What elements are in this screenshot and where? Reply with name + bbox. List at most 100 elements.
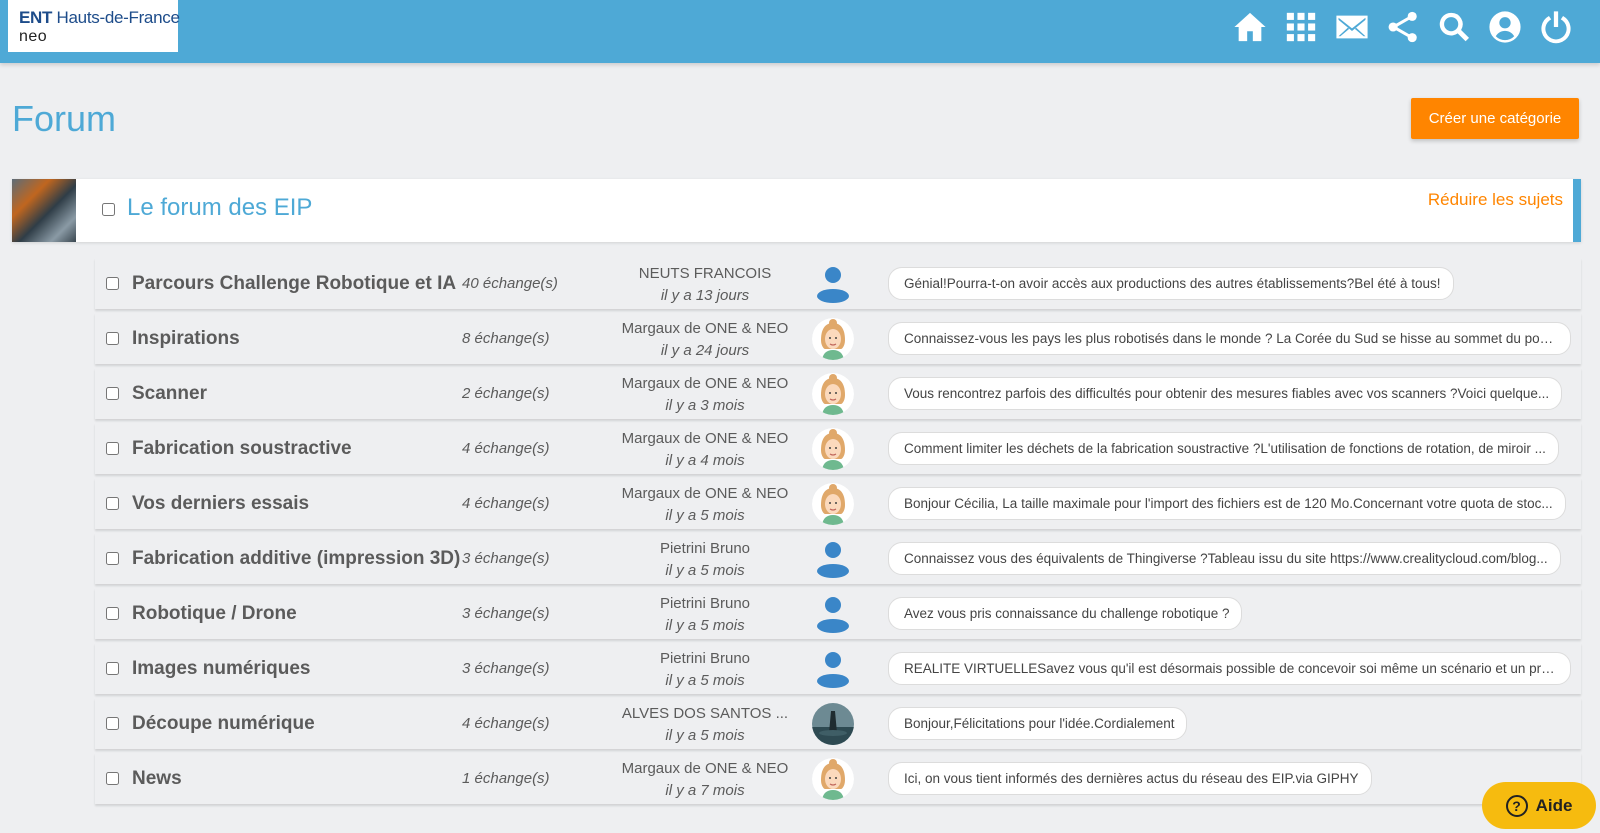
author-name[interactable]: ALVES DOS SANTOS ... bbox=[605, 705, 805, 722]
author-name[interactable]: Margaux de ONE & NEO bbox=[605, 375, 805, 392]
topic-exchange-count: 3 échange(s) bbox=[462, 660, 550, 677]
topic-exchange-count: 40 échange(s) bbox=[462, 275, 558, 292]
avatar[interactable] bbox=[812, 758, 854, 800]
category-title[interactable]: Le forum des EIP bbox=[127, 194, 312, 222]
page-title: Forum bbox=[12, 98, 117, 139]
author-name[interactable]: Pietrini Bruno bbox=[605, 650, 805, 667]
last-message-preview[interactable]: Avez vous pris connaissance du challenge… bbox=[888, 597, 1243, 630]
topic-title[interactable]: Découpe numérique bbox=[132, 713, 315, 735]
topic-checkbox[interactable] bbox=[106, 442, 119, 455]
avatar[interactable] bbox=[812, 318, 854, 360]
post-time: il y a 5 mois bbox=[665, 617, 745, 634]
author-name[interactable]: Pietrini Bruno bbox=[605, 595, 805, 612]
author-name[interactable]: Margaux de ONE & NEO bbox=[605, 760, 805, 777]
topic-checkbox[interactable] bbox=[106, 332, 119, 345]
topic-title[interactable]: Vos derniers essais bbox=[132, 493, 309, 515]
logo-brand: ENT bbox=[19, 8, 53, 27]
topic-title[interactable]: Parcours Challenge Robotique et IA bbox=[132, 273, 456, 295]
topic-row[interactable]: Robotique / Drone 3 échange(s) Pietrini Br… bbox=[95, 588, 1581, 639]
help-label: Aide bbox=[1535, 795, 1573, 815]
post-time: il y a 7 mois bbox=[665, 782, 745, 799]
avatar[interactable] bbox=[812, 428, 854, 470]
author-name[interactable]: Margaux de ONE & NEO bbox=[605, 320, 805, 337]
topic-last-author: Margaux de ONE & NEO il y a 3 mois bbox=[605, 375, 805, 414]
last-message-preview[interactable]: Connaissez-vous les pays les plus roboti… bbox=[888, 322, 1571, 355]
topic-row[interactable]: Fabrication additive (impression 3D) 3 éc… bbox=[95, 533, 1581, 584]
apps-grid-icon[interactable] bbox=[1283, 9, 1319, 45]
topic-title[interactable]: Scanner bbox=[132, 383, 207, 405]
last-message-preview[interactable]: Comment limiter les déchets de la fabric… bbox=[888, 432, 1559, 465]
avatar[interactable] bbox=[812, 703, 854, 745]
topic-exchange-count: 4 échange(s) bbox=[462, 715, 550, 732]
avatar[interactable] bbox=[812, 593, 854, 635]
post-time: il y a 5 mois bbox=[665, 507, 745, 524]
share-icon[interactable] bbox=[1385, 9, 1421, 45]
topic-exchange-count: 4 échange(s) bbox=[462, 495, 550, 512]
post-time: il y a 4 mois bbox=[665, 452, 745, 469]
avatar[interactable] bbox=[812, 263, 854, 305]
header-nav bbox=[1232, 9, 1574, 45]
topic-last-author: Pietrini Bruno il y a 5 mois bbox=[605, 540, 805, 579]
avatar[interactable] bbox=[812, 483, 854, 525]
category-checkbox[interactable] bbox=[102, 203, 115, 216]
help-button[interactable]: ? Aide bbox=[1482, 782, 1596, 829]
topic-row[interactable]: Vos derniers essais 4 échange(s) Margaux d… bbox=[95, 478, 1581, 529]
topic-checkbox[interactable] bbox=[106, 497, 119, 510]
topic-row[interactable]: Scanner 2 échange(s) Margaux de ONE & NEO i… bbox=[95, 368, 1581, 419]
collapse-topics-link[interactable]: Réduire les sujets bbox=[1428, 190, 1563, 210]
topic-title[interactable]: Robotique / Drone bbox=[132, 603, 297, 625]
topic-checkbox[interactable] bbox=[106, 277, 119, 290]
topic-last-author: NEUTS FRANCOIS il y a 13 jours bbox=[605, 265, 805, 304]
topic-row[interactable]: Découpe numérique 4 échange(s) ALVES DOS S… bbox=[95, 698, 1581, 749]
topic-checkbox[interactable] bbox=[106, 662, 119, 675]
top-bar: ENT Hauts-de-France neo bbox=[0, 0, 1600, 63]
topic-exchange-count: 1 échange(s) bbox=[462, 770, 550, 787]
topic-last-author: Margaux de ONE & NEO il y a 7 mois bbox=[605, 760, 805, 799]
post-time: il y a 5 mois bbox=[665, 727, 745, 744]
last-message-preview[interactable]: Ici, on vous tient informés des dernière… bbox=[888, 762, 1372, 795]
last-message-preview[interactable]: Connaissez vous des équivalents de Thing… bbox=[888, 542, 1561, 575]
topic-title[interactable]: Inspirations bbox=[132, 328, 240, 350]
topic-row[interactable]: News 1 échange(s) Margaux de ONE & NEO il y… bbox=[95, 753, 1581, 804]
topic-exchange-count: 3 échange(s) bbox=[462, 605, 550, 622]
topic-row[interactable]: Fabrication soustractive 4 échange(s) Marg… bbox=[95, 423, 1581, 474]
author-name[interactable]: Pietrini Bruno bbox=[605, 540, 805, 557]
topic-last-author: Margaux de ONE & NEO il y a 5 mois bbox=[605, 485, 805, 524]
topic-title[interactable]: News bbox=[132, 768, 182, 790]
author-name[interactable]: Margaux de ONE & NEO bbox=[605, 430, 805, 447]
create-category-button[interactable]: Créer une catégorie bbox=[1411, 98, 1579, 139]
author-name[interactable]: Margaux de ONE & NEO bbox=[605, 485, 805, 502]
topic-checkbox[interactable] bbox=[106, 607, 119, 620]
author-name[interactable]: NEUTS FRANCOIS bbox=[605, 265, 805, 282]
topic-title[interactable]: Fabrication soustractive bbox=[132, 438, 352, 460]
last-message-preview[interactable]: Génial!Pourra-t-on avoir accès aux produ… bbox=[888, 267, 1454, 300]
topic-title[interactable]: Fabrication additive (impression 3D) bbox=[132, 548, 460, 570]
avatar[interactable] bbox=[812, 648, 854, 690]
topic-title[interactable]: Images numériques bbox=[132, 658, 310, 680]
last-message-preview[interactable]: Bonjour,Félicitations pour l'idée.Cordia… bbox=[888, 707, 1188, 740]
topic-checkbox[interactable] bbox=[106, 552, 119, 565]
profile-icon[interactable] bbox=[1487, 9, 1523, 45]
last-message-preview[interactable]: REALITE VIRTUELLESavez vous qu'il est dé… bbox=[888, 652, 1571, 685]
last-message-preview[interactable]: Bonjour Cécilia, La taille maximale pour… bbox=[888, 487, 1566, 520]
mail-icon[interactable] bbox=[1334, 9, 1370, 45]
topic-checkbox[interactable] bbox=[106, 387, 119, 400]
power-icon[interactable] bbox=[1538, 9, 1574, 45]
topic-checkbox[interactable] bbox=[106, 717, 119, 730]
topic-row[interactable]: Images numériques 3 échange(s) Pietrini Br… bbox=[95, 643, 1581, 694]
avatar[interactable] bbox=[812, 373, 854, 415]
last-message-preview[interactable]: Vous rencontrez parfois des difficultés … bbox=[888, 377, 1563, 410]
topic-exchange-count: 8 échange(s) bbox=[462, 330, 550, 347]
logo-sub: neo bbox=[19, 28, 48, 45]
search-icon[interactable] bbox=[1436, 9, 1472, 45]
avatar[interactable] bbox=[812, 538, 854, 580]
topic-checkbox[interactable] bbox=[106, 772, 119, 785]
post-time: il y a 5 mois bbox=[665, 672, 745, 689]
ent-logo[interactable]: ENT Hauts-de-France neo bbox=[8, 0, 180, 52]
topic-row[interactable]: Inspirations 8 échange(s) Margaux de ONE &… bbox=[95, 313, 1581, 364]
topic-row[interactable]: Parcours Challenge Robotique et IA 40 éch… bbox=[95, 258, 1581, 309]
help-icon: ? bbox=[1505, 794, 1528, 817]
home-icon[interactable] bbox=[1232, 9, 1268, 45]
topic-exchange-count: 2 échange(s) bbox=[462, 385, 550, 402]
topic-list: Parcours Challenge Robotique et IA 40 éch… bbox=[95, 258, 1581, 808]
